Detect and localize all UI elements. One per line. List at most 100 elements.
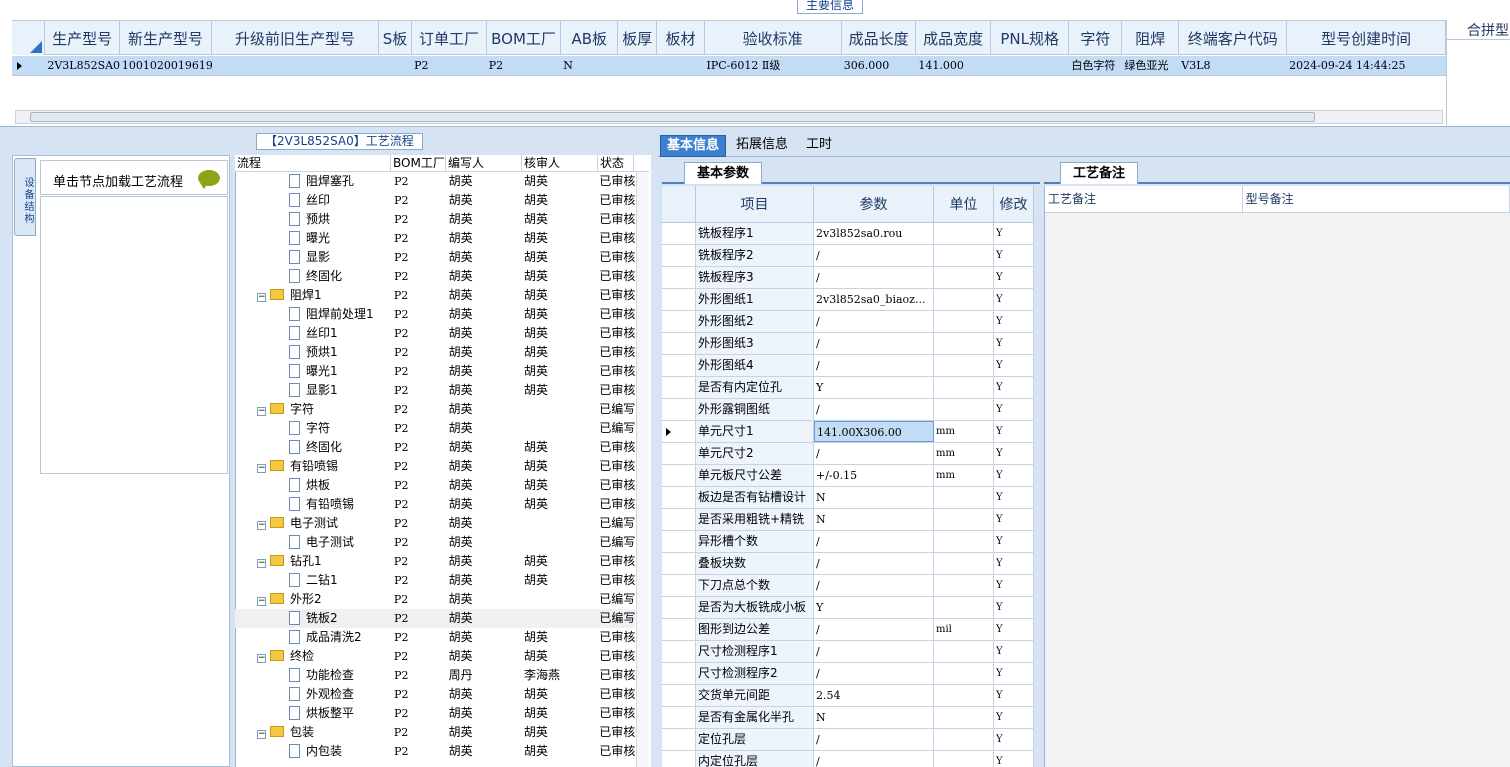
- tree-row[interactable]: 外观检查 P2 胡英 胡英 已审核: [235, 685, 635, 704]
- param-cell-val[interactable]: 141.00X306.00: [814, 421, 934, 442]
- main-row-cell[interactable]: N: [561, 56, 618, 76]
- tree-node[interactable]: 显影1: [235, 381, 390, 400]
- main-row-cell[interactable]: [618, 56, 657, 76]
- main-grid-row[interactable]: 2V3L852SA0 10010200196199 P2 P2 N IPC-6012 Ⅱ级…: [12, 56, 1446, 76]
- tree-node[interactable]: 丝印1: [235, 324, 390, 343]
- param-row[interactable]: 图形到边公差 / mil Y: [662, 619, 1034, 641]
- param-cell-val[interactable]: /: [814, 729, 934, 750]
- tree-row[interactable]: 终固化 P2 胡英 胡英 已审核: [235, 267, 635, 286]
- tab-extended-info[interactable]: 拓展信息: [730, 135, 794, 157]
- tree-node[interactable]: 曝光: [235, 229, 390, 248]
- tree-node[interactable]: − 阻焊1: [235, 286, 390, 305]
- param-cell-val[interactable]: N: [814, 509, 934, 530]
- tree-node[interactable]: 烘板整平: [235, 704, 390, 723]
- tree-row[interactable]: 显影 P2 胡英 胡英 已审核: [235, 248, 635, 267]
- row-selector[interactable]: [662, 751, 696, 767]
- row-selector[interactable]: [662, 377, 696, 398]
- tree-node[interactable]: 功能检查: [235, 666, 390, 685]
- tree-col-flow[interactable]: 流程: [235, 155, 391, 171]
- tree-row[interactable]: 内包装 P2 胡英 胡英 已审核: [235, 742, 635, 761]
- tree-row[interactable]: 终固化 P2 胡英 胡英 已审核: [235, 438, 635, 457]
- tree-node[interactable]: 二钻1: [235, 571, 390, 590]
- param-cell-val[interactable]: /: [814, 641, 934, 662]
- main-col-header[interactable]: 成品宽度: [916, 21, 991, 55]
- params-col-unit[interactable]: 单位: [934, 186, 994, 222]
- row-selector[interactable]: [662, 245, 696, 266]
- param-cell-val[interactable]: N: [814, 707, 934, 728]
- tab-process-notes[interactable]: 工艺备注: [1060, 162, 1139, 184]
- tree-row[interactable]: − 包装 P2 胡英 胡英 已审核: [235, 723, 635, 742]
- main-col-header[interactable]: 升级前旧生产型号: [212, 21, 379, 55]
- tab-work-hours[interactable]: 工时: [800, 135, 838, 157]
- main-row-cell[interactable]: 306.000: [842, 56, 917, 76]
- grid-corner[interactable]: [12, 21, 46, 55]
- tab-basic-info[interactable]: 基本信息: [660, 135, 727, 157]
- main-row-cell[interactable]: P2: [412, 56, 487, 76]
- param-row[interactable]: 外形图纸1 2v3l852sa0_biaoz... Y: [662, 289, 1034, 311]
- param-cell-val[interactable]: +/-0.15: [814, 465, 934, 486]
- collapse-icon[interactable]: −: [257, 407, 266, 416]
- main-col-header[interactable]: 新生产型号: [120, 21, 213, 55]
- tree-row[interactable]: − 钻孔1 P2 胡英 胡英 已审核: [235, 552, 635, 571]
- tab-basic-params[interactable]: 基本参数: [684, 162, 763, 184]
- collapse-icon[interactable]: −: [257, 654, 266, 663]
- collapse-icon[interactable]: −: [257, 464, 266, 473]
- row-selector[interactable]: [662, 267, 696, 288]
- tree-row[interactable]: 显影1 P2 胡英 胡英 已审核: [235, 381, 635, 400]
- row-selector[interactable]: [662, 597, 696, 618]
- main-row-cell[interactable]: [379, 56, 412, 76]
- tree-node[interactable]: − 包装: [235, 723, 390, 742]
- row-selector[interactable]: [662, 641, 696, 662]
- row-selector[interactable]: [662, 421, 696, 442]
- main-col-header[interactable]: 板材: [657, 21, 705, 55]
- params-col-modify[interactable]: 修改: [994, 186, 1034, 222]
- param-row[interactable]: 尺寸检测程序1/ Y: [662, 641, 1034, 663]
- row-selector[interactable]: [662, 223, 696, 244]
- tree-node[interactable]: 阻焊前处理1: [235, 305, 390, 324]
- tree-vertical-scrollbar[interactable]: [636, 172, 649, 767]
- main-row-cell[interactable]: [657, 56, 704, 76]
- tree-col-bom[interactable]: BOM工厂: [391, 155, 446, 171]
- tree-row[interactable]: − 外形2 P2 胡英 已编写: [235, 590, 635, 609]
- param-row[interactable]: 定位孔层 / Y: [662, 729, 1034, 751]
- param-cell-val[interactable]: /: [814, 399, 934, 420]
- main-col-header[interactable]: 生产型号: [45, 21, 120, 55]
- tree-row[interactable]: 电子测试 P2 胡英 已编写: [235, 533, 635, 552]
- tree-col-writer[interactable]: 编写人: [446, 155, 522, 171]
- notes-col-process[interactable]: 工艺备注: [1045, 186, 1243, 212]
- param-row[interactable]: 板边是否有钻槽设计 N Y: [662, 487, 1034, 509]
- tree-node[interactable]: − 有铅喷锡: [235, 457, 390, 476]
- main-col-header[interactable]: BOM工厂: [487, 21, 562, 55]
- row-selector[interactable]: [662, 465, 696, 486]
- row-selector[interactable]: [662, 553, 696, 574]
- param-row[interactable]: 交货单元间距 2.54 Y: [662, 685, 1034, 707]
- tree-col-status[interactable]: 状态: [598, 155, 634, 171]
- param-row[interactable]: 是否采用粗铣+精铣 N Y: [662, 509, 1034, 531]
- main-col-header[interactable]: S板: [379, 21, 413, 55]
- tree-row[interactable]: 烘板整平 P2 胡英 胡英 已审核: [235, 704, 635, 723]
- main-row-cell[interactable]: 绿色亚光: [1122, 56, 1179, 76]
- param-cell-val[interactable]: 2v3l852sa0.rou: [814, 223, 934, 244]
- tree-row[interactable]: − 终检 P2 胡英 胡英 已审核: [235, 647, 635, 666]
- params-col-item[interactable]: 项目: [696, 186, 814, 222]
- main-row-cell[interactable]: 白色字符: [1069, 56, 1122, 76]
- params-corner[interactable]: [662, 186, 696, 222]
- tree-row[interactable]: 铣板2 P2 胡英 已编写: [235, 609, 635, 628]
- tree-node[interactable]: 曝光1: [235, 362, 390, 381]
- tree-row[interactable]: 烘板 P2 胡英 胡英 已审核: [235, 476, 635, 495]
- param-row[interactable]: 异形槽个数 / Y: [662, 531, 1034, 553]
- row-selector[interactable]: [662, 509, 696, 530]
- main-col-header[interactable]: AB板: [561, 21, 619, 55]
- row-selector[interactable]: [662, 355, 696, 376]
- main-col-header[interactable]: 成品长度: [842, 21, 917, 55]
- tree-node[interactable]: 成品清洗2: [235, 628, 390, 647]
- row-selector[interactable]: [662, 663, 696, 684]
- main-col-header[interactable]: 验收标准: [705, 21, 842, 55]
- params-col-param[interactable]: 参数: [814, 186, 934, 222]
- row-selector[interactable]: [662, 575, 696, 596]
- main-col-header[interactable]: 终端客户代码: [1179, 21, 1288, 55]
- param-cell-val[interactable]: /: [814, 575, 934, 596]
- tree-node[interactable]: 字符: [235, 419, 390, 438]
- param-row[interactable]: 外形图纸3/ Y: [662, 333, 1034, 355]
- tree-node[interactable]: − 字符: [235, 400, 390, 419]
